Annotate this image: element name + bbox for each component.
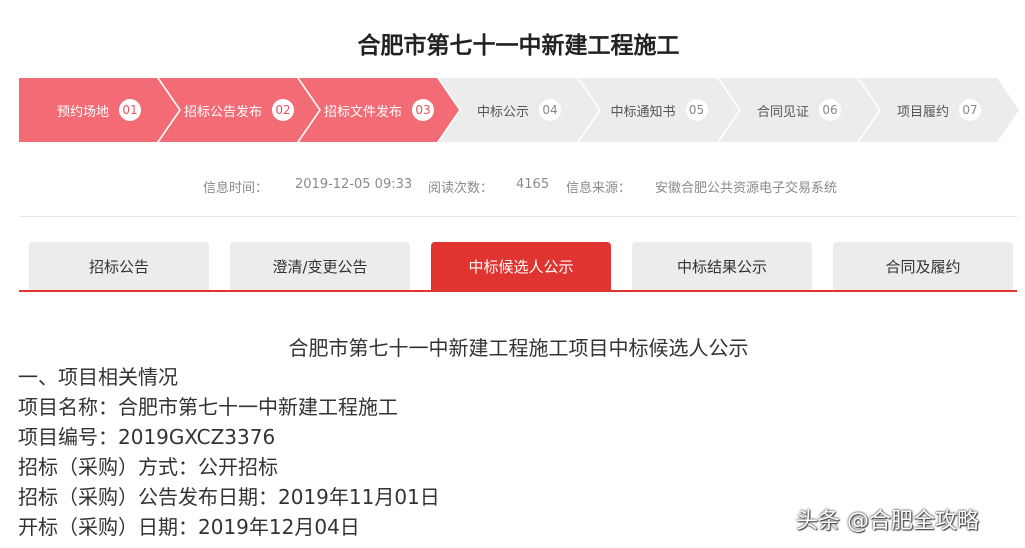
step-label: 中标公示	[476, 104, 529, 120]
notice-tabs: 招标公告 澄清/变更公告 中标候选人公示 中标结果公示 合同及履约	[29, 242, 1019, 290]
step-label: 中标通知书	[610, 104, 676, 120]
info-reads-label: 阅读次数：	[428, 181, 494, 196]
step-reserve-venue[interactable]: 预约场地 01	[19, 78, 179, 142]
info-time-value: 2019-12-05 09:33	[295, 177, 413, 192]
step-label: 合同见证	[756, 104, 809, 120]
article-title: 合肥市第七十一中新建工程施工项目中标候选人公示	[288, 336, 749, 360]
process-steps: 预约场地 01 招标公告发布 02 招标文件发布 03 中标公示 04 中标通知…	[19, 78, 1019, 142]
tab-contract-performance[interactable]: 合同及履约	[833, 242, 1013, 290]
info-source-value: 安徽合肥公共资源电子交易系统	[655, 181, 838, 196]
step-label: 招标文件发布	[323, 104, 402, 120]
bid-opening-date: 开标（采购）日期：2019年12月04日	[18, 515, 360, 539]
info-time-label: 信息时间：	[203, 181, 269, 196]
tab-candidate-publicity[interactable]: 中标候选人公示	[431, 242, 611, 290]
info-source-label: 信息来源：	[566, 181, 632, 196]
procurement-method: 招标（采购）方式：公开招标	[18, 455, 278, 479]
tab-result-publicity[interactable]: 中标结果公示	[632, 242, 812, 290]
step-label: 预约场地	[56, 104, 109, 120]
article-body: 一、项目相关情况 项目名称：合肥市第七十一中新建工程施工 项目编号：2019GX…	[18, 362, 440, 542]
section-heading: 一、项目相关情况	[18, 365, 178, 389]
step-number: 02	[272, 99, 294, 121]
step-number: 04	[539, 99, 561, 121]
page-title: 合肥市第七十一中新建工程施工	[357, 33, 680, 59]
step-number: 07	[959, 99, 981, 121]
step-award-notice[interactable]: 中标通知书 05	[579, 78, 739, 142]
step-bid-publicity[interactable]: 中标公示 04	[439, 78, 599, 142]
divider	[19, 216, 1017, 217]
info-reads-value: 4165	[516, 177, 550, 192]
step-project-performance[interactable]: 项目履约 07	[859, 78, 1019, 142]
watermark: 头条 @合肥全攻略	[796, 509, 979, 534]
notice-release-date: 招标（采购）公告发布日期：2019年11月01日	[18, 485, 440, 509]
step-label: 招标公告发布	[183, 104, 262, 120]
project-number: 项目编号：2019GXCZ3376	[18, 425, 276, 449]
step-number: 06	[819, 99, 841, 121]
project-name: 项目名称：合肥市第七十一中新建工程施工	[18, 395, 398, 419]
step-number: 03	[412, 99, 434, 121]
step-contract-witness[interactable]: 合同见证 06	[719, 78, 879, 142]
step-tender-document[interactable]: 招标文件发布 03	[299, 78, 459, 142]
tab-clarification[interactable]: 澄清/变更公告	[230, 242, 410, 290]
step-label: 项目履约	[896, 104, 949, 120]
step-number: 05	[686, 99, 708, 121]
tab-underline	[19, 290, 1017, 292]
tab-tender-notice[interactable]: 招标公告	[29, 242, 209, 290]
step-number: 01	[119, 99, 141, 121]
step-tender-notice[interactable]: 招标公告发布 02	[159, 78, 319, 142]
